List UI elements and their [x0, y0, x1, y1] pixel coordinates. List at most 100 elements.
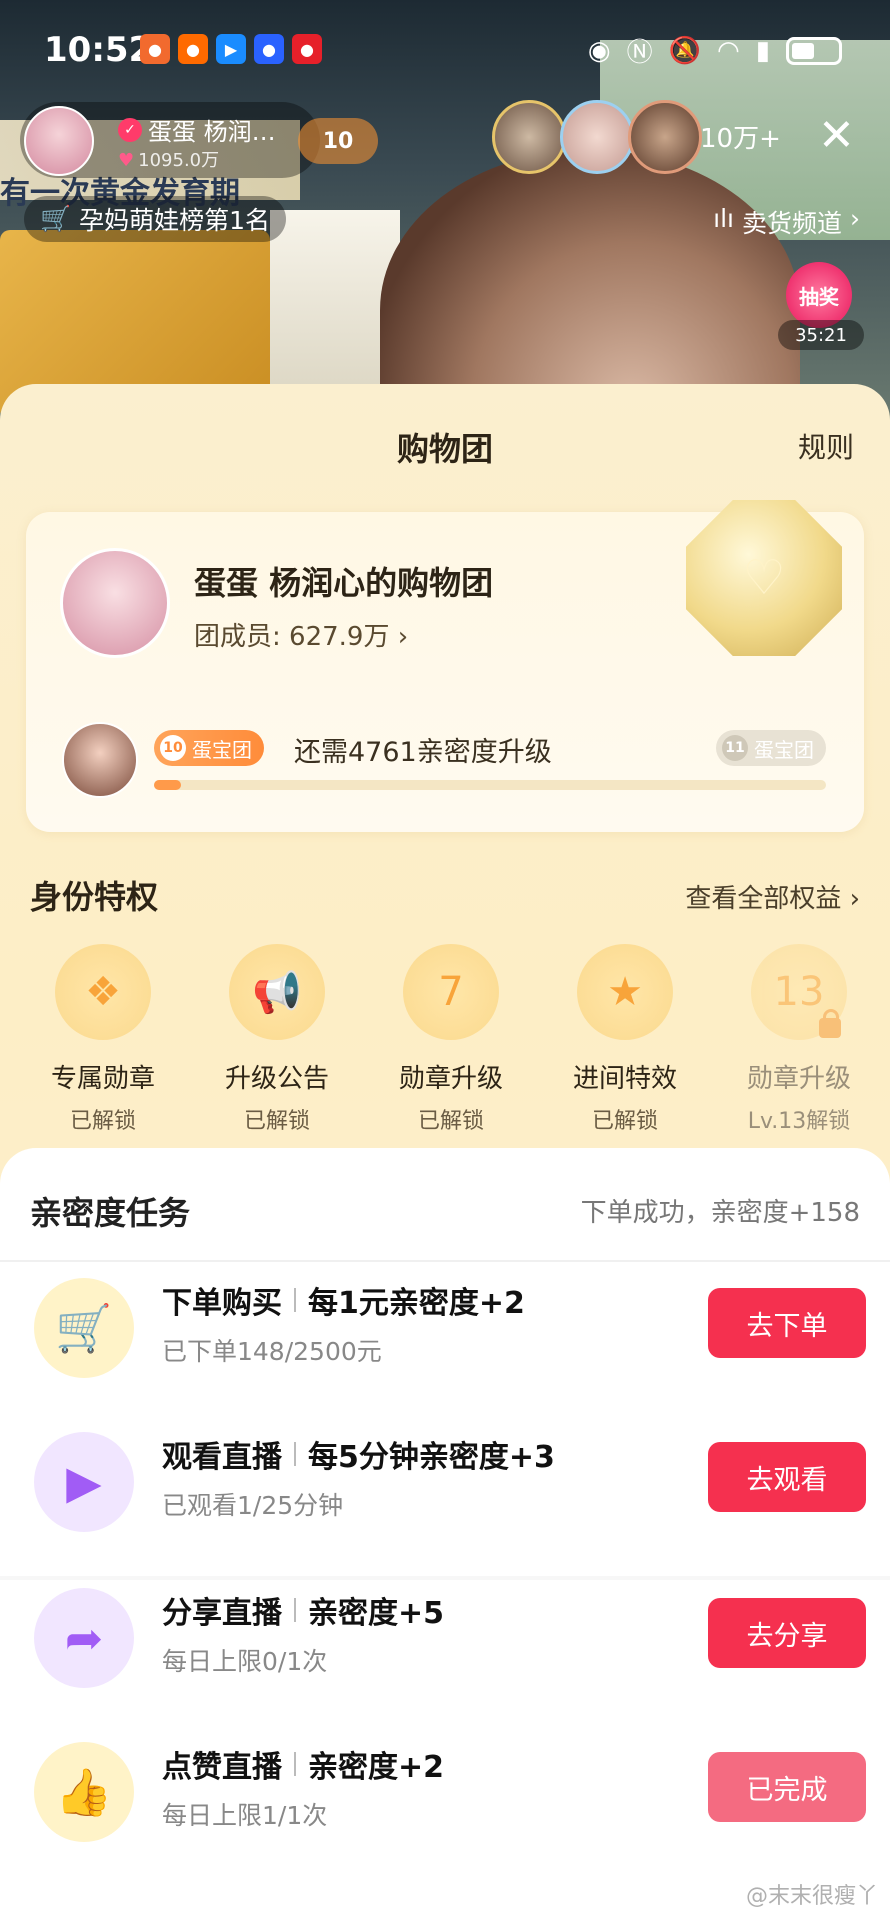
task-progress: 已下单148/2500元 [162, 1337, 382, 1366]
privilege-glyph: 13 [773, 969, 825, 1015]
taobao-icon: ● [178, 34, 208, 64]
lottery-button[interactable]: 抽奖 [786, 262, 852, 328]
separator [294, 1288, 296, 1312]
view-all-label: 查看全部权益 [685, 884, 842, 914]
privilege-status: 已解锁 [243, 1109, 310, 1134]
streamer-likes: ♥ 1095.0万 [118, 146, 219, 172]
app-notification-icon: ● [292, 34, 322, 64]
privilege-status: 已解锁 [417, 1109, 484, 1134]
level-label: 蛋宝团 [754, 737, 814, 762]
verified-icon: ✓ [118, 118, 142, 142]
fan-level-badge[interactable]: 10 [298, 118, 378, 164]
completed-button[interactable]: 已完成 [708, 1752, 866, 1822]
divider [0, 1260, 890, 1262]
video-icon: ▶ [34, 1432, 134, 1532]
privilege-status: Lv.13解锁 [747, 1109, 851, 1134]
privilege-name: 进间特效 [572, 1064, 677, 1094]
privilege-name: 勋章升级 [398, 1064, 503, 1094]
chevron-right-icon: › [849, 884, 860, 914]
app-notification-icon: ● [140, 34, 170, 64]
lock-icon [819, 1009, 841, 1038]
streamer-name[interactable]: 蛋蛋 杨润… [148, 112, 276, 147]
privilege-item[interactable]: 📢 升级公告 已解锁 [190, 944, 364, 1135]
privilege-item[interactable]: 13 勋章升级 Lv.13解锁 [712, 944, 886, 1135]
task-reward: 每5分钟亲密度+3 [308, 1440, 555, 1475]
privilege-status: 已解锁 [69, 1109, 136, 1134]
chevron-right-icon: › [850, 204, 860, 233]
thumbs-up-icon: 👍 [34, 1742, 134, 1842]
star-icon: ★ [577, 944, 673, 1040]
level-progress-fill [154, 780, 181, 790]
task-title: 下单购买 每1元亲密度+2 [162, 1278, 525, 1322]
privilege-name: 专属勋章 [50, 1064, 155, 1094]
privilege-item[interactable]: ❖ 专属勋章 已解锁 [16, 944, 190, 1135]
task-row-share: ➦ 分享直播 亲密度+5 每日上限0/1次 去分享 [0, 1580, 890, 1730]
members-count: 团成员: 627.9万 [194, 622, 390, 652]
group-members-link[interactable]: 团成员: 627.9万 › [194, 616, 408, 653]
tasks-note: 下单成功，亲密度+158 [580, 1198, 860, 1228]
viewer-avatar[interactable] [628, 100, 702, 174]
task-reward: 每1元亲密度+2 [308, 1286, 525, 1321]
go-share-button[interactable]: 去分享 [708, 1598, 866, 1668]
bars-icon: ılı [713, 204, 734, 233]
rank-text: 孕妈萌娃榜第1名 [79, 206, 271, 235]
task-name: 观看直播 [162, 1440, 282, 1475]
privileges-list: ❖ 专属勋章 已解锁 📢 升级公告 已解锁 7 勋章升级 已解锁 ★ 进间特效 … [16, 944, 886, 1135]
eye-icon: ◉ [587, 35, 611, 66]
level-label: 蛋宝团 [192, 737, 252, 762]
group-avatar[interactable] [60, 548, 170, 658]
task-name: 下单购买 [162, 1286, 282, 1321]
privilege-status: 已解锁 [591, 1109, 658, 1134]
intimacy-tasks-panel: 亲密度任务 下单成功，亲密度+158 🛒 下单购买 每1元亲密度+2 已下单14… [0, 1148, 890, 1920]
viewer-avatars[interactable] [492, 100, 702, 174]
task-title: 观看直播 每5分钟亲密度+3 [162, 1432, 555, 1476]
task-reward: 亲密度+5 [308, 1596, 445, 1631]
group-name: 蛋蛋 杨润心的购物团 [194, 564, 494, 602]
view-all-privileges-link[interactable]: 查看全部权益 › [685, 878, 860, 915]
sales-channel-link[interactable]: ılı 卖货频道 › [713, 204, 860, 240]
group-card: 蛋蛋 杨润心的购物团 团成员: 627.9万 › ♡ 10 蛋宝团 还需4761… [26, 500, 864, 832]
tasks-title: 亲密度任务 [30, 1194, 191, 1232]
go-watch-button[interactable]: 去观看 [708, 1442, 866, 1512]
streamer-avatar[interactable] [24, 106, 94, 176]
privilege-item[interactable]: ★ 进间特效 已解锁 [538, 944, 712, 1135]
mute-icon: 🔕 [668, 35, 701, 66]
system-icons: ◉ Ⓝ 🔕 ◠ ▮ [588, 32, 842, 69]
lottery-timer: 35:21 [778, 320, 864, 350]
status-time: 10:52 [44, 30, 153, 70]
task-row-watch: ▶ 观看直播 每5分钟亲密度+3 已观看1/25分钟 去观看 [0, 1424, 890, 1574]
channel-label: 卖货频道 [741, 209, 842, 238]
share-icon: ➦ [34, 1588, 134, 1688]
user-avatar [62, 722, 138, 798]
watermark: @末末很瘦丫 [745, 1884, 878, 1909]
megaphone-icon: 📢 [229, 944, 325, 1040]
wifi-icon: ◠ [717, 35, 740, 66]
group-medal-icon: ♡ [686, 500, 842, 656]
notification-icons: ● ● ▶ ● ● [140, 34, 322, 64]
nfc-icon: Ⓝ [626, 38, 653, 68]
privileges-title: 身份特权 [30, 878, 159, 916]
signal-icon: ▮ [755, 35, 770, 66]
task-progress: 每日上限1/1次 [162, 1801, 328, 1830]
task-row-like: 👍 点赞直播 亲密度+2 每日上限1/1次 已完成 [0, 1734, 890, 1884]
task-name: 分享直播 [162, 1596, 282, 1631]
task-title: 分享直播 亲密度+5 [162, 1588, 444, 1632]
close-icon[interactable]: ✕ [818, 110, 855, 161]
go-order-button[interactable]: 去下单 [708, 1288, 866, 1358]
heart-icon: ♥ [118, 150, 135, 171]
current-level-badge: 10 蛋宝团 [154, 730, 264, 766]
privilege-name: 升级公告 [224, 1064, 329, 1094]
medal-icon: ❖ [55, 944, 151, 1040]
rules-link[interactable]: 规则 [798, 426, 854, 466]
rank-badge[interactable]: 🛒 孕妈萌娃榜第1名 [24, 196, 287, 242]
viewer-avatar[interactable] [560, 100, 634, 174]
sheet-title: 购物团 [396, 430, 493, 468]
viewer-avatar[interactable] [492, 100, 566, 174]
task-reward: 亲密度+2 [308, 1750, 445, 1785]
viewer-count[interactable]: 10万+ [700, 118, 781, 155]
heart-badge-icon: 7 [403, 944, 499, 1040]
baidu-icon: ● [254, 34, 284, 64]
task-row-order: 🛒 下单购买 每1元亲密度+2 已下单148/2500元 去下单 [0, 1270, 890, 1420]
task-title: 点赞直播 亲密度+2 [162, 1742, 444, 1786]
privilege-item[interactable]: 7 勋章升级 已解锁 [364, 944, 538, 1135]
